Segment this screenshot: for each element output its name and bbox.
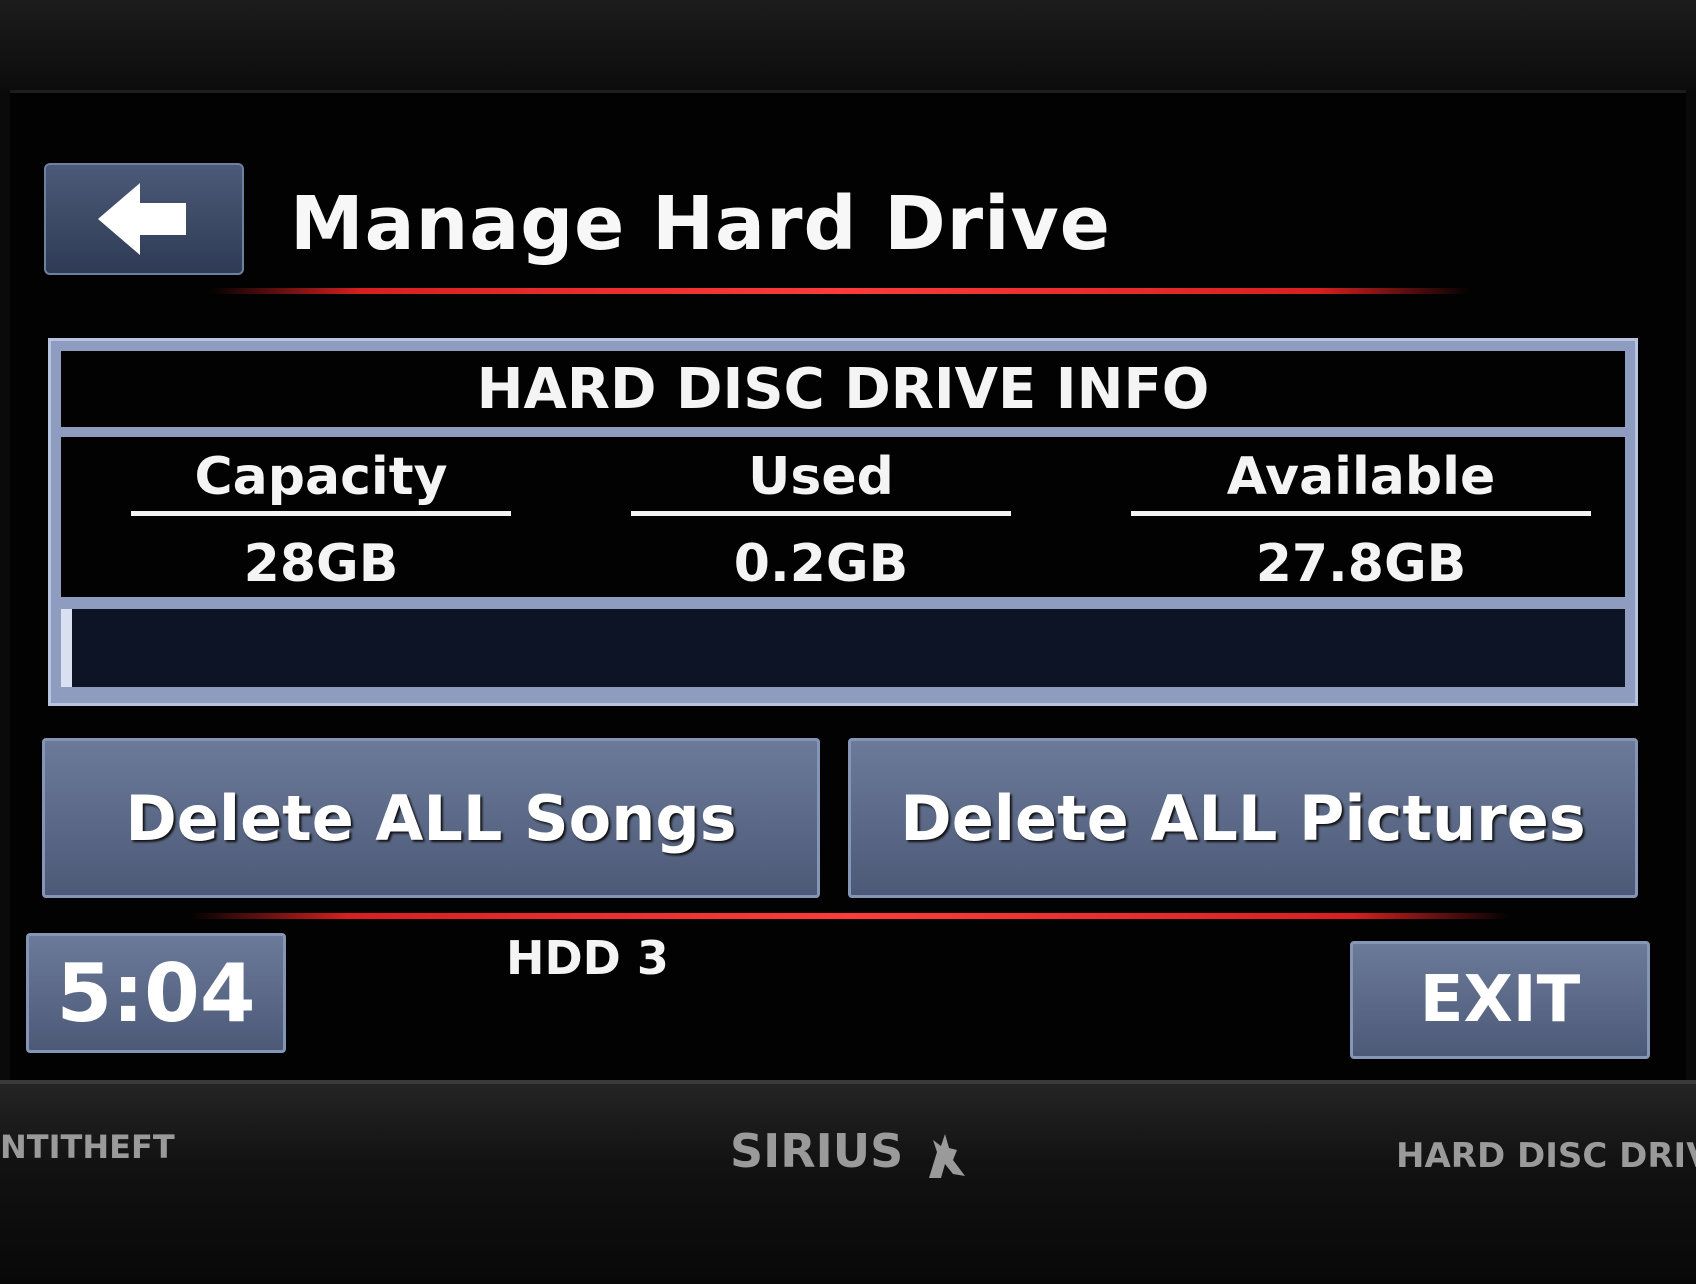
- hard-disc-drive-label: HARD DISC DRIVE: [1396, 1136, 1696, 1176]
- capacity-stat: Capacity 28GB: [131, 447, 511, 594]
- delete-all-pictures-button[interactable]: Delete ALL Pictures: [848, 738, 1638, 898]
- sirius-dog-icon: [929, 1133, 966, 1178]
- back-button[interactable]: [44, 163, 244, 275]
- device-bezel-top: [0, 0, 1696, 90]
- available-stat: Available 27.8GB: [1131, 447, 1591, 594]
- hdd-info-stats: Capacity 28GB Used 0.2GB Available 27.8G…: [61, 437, 1625, 597]
- page-title: Manage Hard Drive: [290, 181, 1111, 267]
- capacity-value: 28GB: [243, 534, 399, 594]
- available-value: 27.8GB: [1255, 534, 1467, 594]
- exit-button[interactable]: EXIT: [1350, 941, 1650, 1059]
- footer-divider: [190, 913, 1510, 919]
- clock-display[interactable]: 5:04: [26, 933, 286, 1053]
- head-unit-screen: Manage Hard Drive HARD DISC DRIVE INFO C…: [10, 90, 1686, 1083]
- capacity-label: Capacity: [131, 447, 511, 516]
- hdd-info-heading: HARD DISC DRIVE INFO: [61, 351, 1625, 427]
- used-stat: Used 0.2GB: [631, 447, 1011, 594]
- back-arrow-icon: [98, 183, 186, 255]
- available-label: Available: [1131, 447, 1591, 516]
- sirius-brand-text: SIRIUS: [730, 1124, 904, 1178]
- header-divider: [210, 288, 1470, 294]
- used-value: 0.2GB: [733, 534, 909, 594]
- used-label: Used: [631, 447, 1011, 516]
- hdd-info-panel: HARD DISC DRIVE INFO Capacity 28GB Used …: [48, 338, 1638, 706]
- delete-all-songs-button[interactable]: Delete ALL Songs: [42, 738, 820, 898]
- usage-bar-fill: [61, 609, 72, 687]
- device-bezel-bottom: NTITHEFT SIRIUS HARD DISC DRIVE: [0, 1080, 1696, 1284]
- sirius-logo: SIRIUS: [730, 1124, 971, 1180]
- source-label: HDD 3: [506, 931, 669, 985]
- usage-bar: [61, 609, 1625, 687]
- antitheft-label: NTITHEFT: [0, 1128, 175, 1166]
